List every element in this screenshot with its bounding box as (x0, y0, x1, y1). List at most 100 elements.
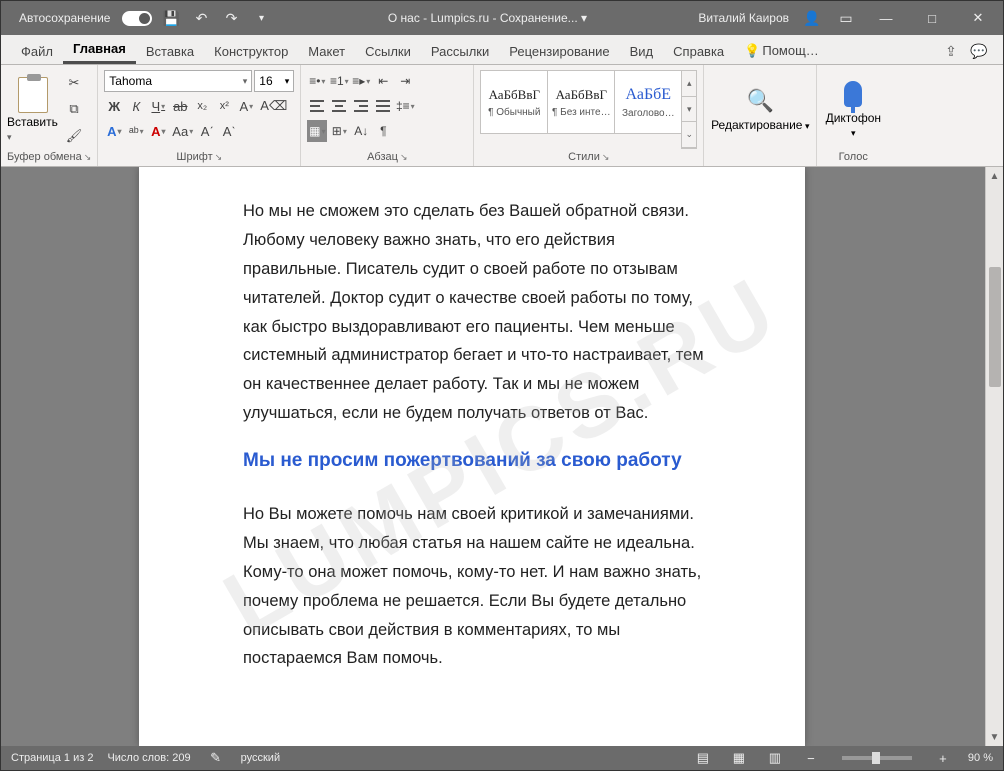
share-icon[interactable]: ⇪ (937, 38, 965, 64)
scroll-up-icon[interactable]: ▲ (986, 167, 1003, 185)
group-editing: 🔍 Редактирование (704, 65, 817, 166)
align-center-button[interactable] (329, 95, 349, 117)
body-paragraph[interactable]: Но Вы можете помочь нам своей критикой и… (243, 500, 707, 673)
numbering-button[interactable]: ≡1 (329, 70, 349, 92)
style-heading[interactable]: АаБбЕЗаголово… (614, 70, 682, 134)
web-layout-icon[interactable]: ▥ (764, 750, 786, 766)
italic-button[interactable]: К (126, 95, 146, 117)
align-left-button[interactable] (307, 95, 327, 117)
qat-more-icon[interactable]: ▾ (248, 5, 274, 31)
group-voice-label: Голос (823, 149, 883, 166)
align-right-button[interactable] (351, 95, 371, 117)
tab-file[interactable]: Файл (11, 38, 63, 64)
styles-scroll[interactable]: ▴▾⌄ (681, 70, 697, 149)
font-size-dropdown[interactable]: 16 (254, 70, 294, 92)
page-indicator[interactable]: Страница 1 из 2 (11, 752, 93, 764)
word-count[interactable]: Число слов: 209 (107, 752, 190, 764)
autosave-toggle[interactable] (122, 11, 152, 26)
document-page[interactable]: Но мы не сможем это сделать без Вашей об… (139, 167, 805, 746)
tab-refs[interactable]: Ссылки (355, 38, 421, 64)
indent-button[interactable]: ⇥ (395, 70, 415, 92)
redo-icon[interactable]: ↷ (218, 5, 244, 31)
clipboard-launcher-icon[interactable]: ↘ (84, 152, 92, 163)
search-icon: 🔍 (747, 88, 774, 114)
outdent-button[interactable]: ⇤ (373, 70, 393, 92)
show-marks-button[interactable]: ¶ (373, 120, 393, 142)
statusbar: Страница 1 из 2 Число слов: 209 ✎ русски… (1, 746, 1003, 770)
shrink-font-button[interactable]: Aˋ (219, 120, 239, 142)
para-launcher-icon[interactable]: ↘ (400, 152, 408, 163)
group-clipboard-label: Буфер обмена (7, 151, 82, 163)
ribbon: Вставить ✂ ⧉ 🖌 Буфер обмена↘ Tahoma 16 Ж (1, 65, 1003, 167)
tellme[interactable]: 💡Помощ… (734, 37, 829, 64)
text-effects-button[interactable]: A (236, 95, 256, 117)
user-name: Виталий Каиров (698, 11, 789, 25)
bold-button[interactable]: Ж (104, 95, 124, 117)
dictate-button[interactable]: Диктофон (823, 70, 883, 149)
grow-font-button[interactable]: Aˊ (197, 120, 217, 142)
group-paragraph: ≡• ≡1 ≡▸ ⇤ ⇥ ‡≡ ▦ ⊞ А↓ ¶ (301, 65, 474, 166)
maximize-button[interactable]: □ (911, 3, 953, 33)
zoom-out-button[interactable]: − (800, 751, 822, 766)
styles-launcher-icon[interactable]: ↘ (602, 152, 610, 163)
minimize-button[interactable]: — (865, 3, 907, 33)
language-indicator[interactable]: русский (241, 752, 280, 764)
tab-layout[interactable]: Макет (298, 38, 355, 64)
heading[interactable]: Мы не просим пожертвований за свою работ… (243, 450, 707, 472)
multilevel-button[interactable]: ≡▸ (351, 70, 371, 92)
shading-button[interactable]: ▦ (307, 120, 327, 142)
document-area: Но мы не сможем это сделать без Вашей об… (1, 167, 1003, 746)
undo-icon[interactable]: ↶ (188, 5, 214, 31)
tab-insert[interactable]: Вставка (136, 38, 204, 64)
comments-icon[interactable]: 💬 (965, 38, 993, 64)
tab-help[interactable]: Справка (663, 38, 734, 64)
spellcheck-icon[interactable]: ✎ (205, 750, 227, 766)
underline-button[interactable]: Ч (148, 95, 168, 117)
tab-home[interactable]: Главная (63, 35, 136, 64)
app-window: Автосохранение 💾 ↶ ↷ ▾ О нас - Lumpics.r… (0, 0, 1004, 771)
font-color-button[interactable]: A (148, 120, 168, 142)
read-mode-icon[interactable]: ▤ (692, 750, 714, 766)
ribbon-options-icon[interactable]: ▭ (833, 5, 859, 31)
clear-format-button[interactable]: A⌫ (258, 95, 289, 117)
user-avatar-icon[interactable]: 👤 (799, 5, 825, 31)
vertical-scrollbar[interactable]: ▲ ▼ (985, 167, 1003, 746)
group-styles: АаБбВвГ¶ Обычный АаБбВвГ¶ Без инте… АаБб… (474, 65, 704, 166)
zoom-in-button[interactable]: + (932, 751, 954, 766)
style-normal[interactable]: АаБбВвГ¶ Обычный (480, 70, 548, 134)
tab-mail[interactable]: Рассылки (421, 38, 499, 64)
superscript-button[interactable]: x² (214, 95, 234, 117)
format-painter-icon[interactable]: 🖌 (63, 125, 85, 147)
copy-icon[interactable]: ⧉ (63, 98, 85, 120)
style-nospacing[interactable]: АаБбВвГ¶ Без инте… (547, 70, 615, 134)
bullets-button[interactable]: ≡• (307, 70, 327, 92)
collapse-ribbon-icon[interactable]: ⌃ (988, 753, 997, 766)
print-layout-icon[interactable]: ▦ (728, 750, 750, 766)
zoom-slider[interactable] (842, 756, 912, 760)
save-icon[interactable]: 💾 (158, 5, 184, 31)
text-fill-button[interactable]: A (104, 120, 124, 142)
editing-button[interactable]: 🔍 Редактирование (710, 70, 810, 149)
group-styles-label: Стили (568, 151, 600, 163)
sort-button[interactable]: А↓ (351, 120, 371, 142)
body-paragraph[interactable]: Но мы не сможем это сделать без Вашей об… (243, 197, 707, 428)
cut-icon[interactable]: ✂ (63, 72, 85, 94)
scroll-thumb[interactable] (989, 267, 1001, 387)
highlight-button[interactable]: ᵃᵇ (126, 120, 146, 142)
tab-view[interactable]: Вид (620, 38, 664, 64)
close-button[interactable]: ✕ (957, 3, 999, 33)
borders-button[interactable]: ⊞ (329, 120, 349, 142)
titlebar: Автосохранение 💾 ↶ ↷ ▾ О нас - Lumpics.r… (1, 1, 1003, 35)
subscript-button[interactable]: x₂ (192, 95, 212, 117)
line-spacing-button[interactable]: ‡≡ (395, 95, 415, 117)
tab-designer[interactable]: Конструктор (204, 38, 298, 64)
font-launcher-icon[interactable]: ↘ (215, 152, 223, 163)
font-family-dropdown[interactable]: Tahoma (104, 70, 252, 92)
group-voice: Диктофон Голос (817, 65, 889, 166)
change-case-button[interactable]: Aa (170, 120, 195, 142)
paste-button[interactable]: Вставить (7, 70, 59, 149)
justify-button[interactable] (373, 95, 393, 117)
scroll-down-icon[interactable]: ▼ (986, 728, 1003, 746)
tab-review[interactable]: Рецензирование (499, 38, 619, 64)
strikethrough-button[interactable]: ab (170, 95, 190, 117)
